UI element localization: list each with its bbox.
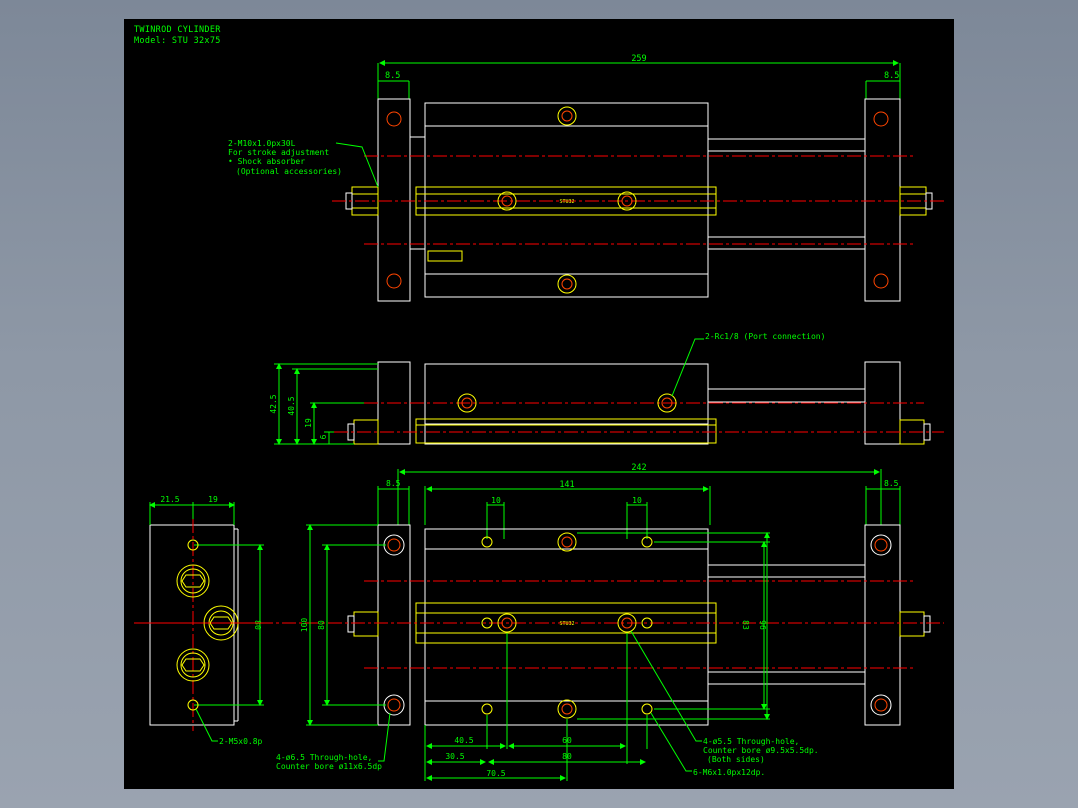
- top-view-holes: [386, 106, 889, 294]
- dim-text-10a: 10: [491, 496, 501, 505]
- drawing-svg: 259 8.5 8.5 STU32 2-M10x1.0px30L For str…: [134, 54, 944, 781]
- dim-text-8.5-left: 8.5: [385, 71, 400, 81]
- end-face: [149, 524, 235, 726]
- dim-text-141: 141: [559, 480, 574, 490]
- note-m6-tap: 6-M6x1.0px12dp.: [693, 768, 765, 777]
- side-view: 2-Rc1/8 (Port connection) 42.5 40.5 19 6: [269, 332, 944, 445]
- dim-text-19-front: 19: [208, 495, 218, 504]
- dim-text-96: 96: [758, 620, 767, 630]
- note-through-hole-6.5-2: Counter bore ø11x6.5dp: [276, 762, 382, 771]
- note-through-hole-5.5-1: 4-ø5.5 Through-hole,: [703, 737, 799, 746]
- nameplate-top: [427, 250, 463, 262]
- dim-text-242: 242: [631, 463, 646, 473]
- dim-text-10b: 10: [632, 496, 642, 505]
- note-port-connection: 2-Rc1/8 (Port connection): [705, 332, 825, 341]
- cad-drawing-canvas[interactable]: TWINROD CYLINDER Model: STU 32x75 259 8.…: [124, 19, 954, 789]
- dim-text-6: 6: [319, 434, 328, 439]
- dim-text-42.5: 42.5: [269, 394, 278, 413]
- side-rod: [415, 418, 717, 444]
- note-through-hole-6.5-1: 4-ø6.5 Through-hole,: [276, 753, 372, 762]
- note-through-hole-5.5-2: Counter bore ø9.5x5.5dp.: [703, 746, 819, 755]
- note-stroke-adjust-3: • Shock absorber: [228, 157, 305, 166]
- dim-text-100: 100: [300, 618, 309, 633]
- note-stroke-adjust-1: 2-M10x1.0px30L: [228, 139, 296, 148]
- note-through-hole-5.5-3: (Both sides): [707, 755, 765, 764]
- dim-text-70.5: 70.5: [486, 769, 505, 778]
- dim-text-19-side: 19: [304, 418, 313, 428]
- dim-text-40.5: 40.5: [287, 396, 296, 415]
- dim-text-80-front: 80: [253, 620, 262, 630]
- note-m5: 2-M5x0.8p: [219, 737, 263, 746]
- dim-text-8.5-right: 8.5: [884, 71, 899, 81]
- dim-text-8.5-bl: 8.5: [386, 479, 401, 488]
- dim-text-80-bottom: 80: [317, 620, 326, 630]
- bottom-body: [424, 528, 709, 726]
- dim-text-40.5: 40.5: [454, 736, 473, 745]
- dim-text-30.5: 30.5: [445, 752, 464, 761]
- note-stroke-adjust-2: For stroke adjustment: [228, 148, 329, 157]
- dim-text-83: 83: [741, 620, 750, 630]
- dim-text-80-bottom-h: 80: [562, 752, 572, 761]
- left-end-plate: [377, 98, 411, 302]
- bottom-view-holes: [383, 532, 892, 719]
- body-label-bottom: STU32: [559, 621, 574, 627]
- note-stroke-adjust-4: (Optional accessories): [236, 167, 342, 176]
- dim-text-8.5-br: 8.5: [884, 479, 899, 488]
- dim-text-60: 60: [562, 736, 572, 745]
- front-view: 21.5 19 80 2-M5x0.8p: [134, 495, 264, 746]
- body-label-top: STU32: [559, 199, 574, 205]
- dim-259: [377, 60, 901, 99]
- right-end-plate: [864, 98, 901, 302]
- bottom-view: 242 141 8.5 8.5 10 10 STU32 100 80 83 96…: [144, 463, 944, 781]
- top-view: 259 8.5 8.5 STU32 2-M10x1.0px30L For str…: [228, 54, 944, 302]
- dim-text-21.5: 21.5: [160, 495, 179, 504]
- dim-text-259: 259: [631, 54, 646, 64]
